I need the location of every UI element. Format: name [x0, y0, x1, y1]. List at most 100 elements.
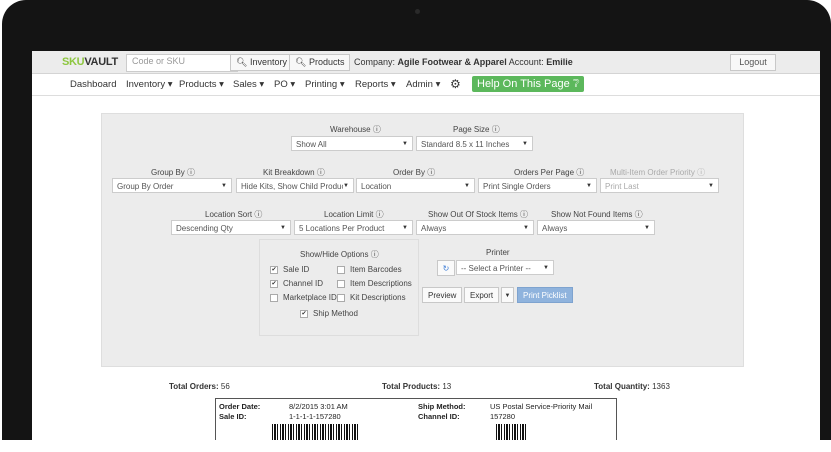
multi-item-priority-label: Multi-Item Order Priority ⓘ: [610, 168, 706, 177]
products-search-button[interactable]: 🔍︎ Products: [289, 54, 351, 71]
out-of-stock-label: Show Out Of Stock Items ⓘ: [428, 210, 529, 219]
nav-reports[interactable]: Reports ▾: [355, 79, 396, 90]
page-bottom: [0, 440, 831, 452]
multi-item-priority-select[interactable]: Print Last ▼: [600, 178, 719, 193]
order-date-label: Order Date:: [219, 402, 261, 411]
gear-icon[interactable]: ⚙: [450, 77, 461, 91]
search-input[interactable]: Code or SKU: [126, 54, 238, 72]
question-circle-icon: ⓘ: [697, 168, 706, 177]
laptop-bezel: SKUVAULT Code or SKU 🔍︎ Inventory 🔍︎ Pro…: [2, 0, 831, 445]
search-icon: 🔍︎: [236, 57, 248, 67]
location-limit-label: Location Limit ⓘ: [324, 210, 384, 219]
question-circle-icon: ⓘ: [254, 210, 263, 219]
nav-inventory[interactable]: Inventory ▾: [126, 79, 173, 90]
channel-id-barcode: [496, 424, 526, 440]
not-found-label: Show Not Found Items ⓘ: [551, 210, 643, 219]
kit-breakdown-select[interactable]: Hide Kits, Show Child Product ▼: [236, 178, 354, 193]
channel-id-label: Channel ID:: [418, 412, 460, 421]
out-of-stock-select[interactable]: Always ▼: [416, 220, 534, 235]
show-hide-options-label: Show/Hide Options ⓘ: [300, 250, 379, 259]
printer-select[interactable]: -- Select a Printer -- ▼: [456, 260, 554, 275]
refresh-icon[interactable]: ↻: [437, 260, 455, 276]
nav-bar: Dashboard Inventory ▾ Products ▾ Sales ▾…: [32, 74, 820, 96]
camera: [415, 9, 420, 14]
question-circle-icon: ⓘ: [520, 210, 529, 219]
picklist-options-panel: Warehouse ⓘ Show All ▼ Page Size ⓘ Standa…: [101, 113, 744, 367]
group-by-select[interactable]: Group By Order ▼: [112, 178, 232, 193]
question-circle-icon: ⓘ: [375, 210, 384, 219]
inventory-search-button[interactable]: 🔍︎ Inventory: [230, 54, 293, 71]
show-hide-options-box: Show/Hide Options ⓘ ✔ Sale ID Item Barcod…: [259, 239, 419, 336]
company-info: Company: Agile Footwear & Apparel Accoun…: [354, 57, 573, 67]
question-circle-icon: ❔︎: [572, 78, 580, 90]
sale-id-value: 1-1-1-1-157280: [289, 412, 341, 421]
ship-method-value: US Postal Service-Priority Mail: [490, 402, 593, 411]
nav-dashboard[interactable]: Dashboard: [70, 79, 116, 90]
screen: SKUVAULT Code or SKU 🔍︎ Inventory 🔍︎ Pro…: [32, 51, 820, 445]
chevron-down-icon: ▼: [522, 141, 528, 147]
export-dropdown-button[interactable]: ▼: [501, 287, 514, 303]
chevron-down-icon: ▼: [402, 225, 408, 231]
question-circle-icon: ⓘ: [187, 168, 196, 177]
chevron-down-icon: ▼: [280, 225, 286, 231]
chevron-down-icon: ▼: [504, 293, 511, 299]
chevron-down-icon: ▼: [586, 183, 592, 189]
page-size-label: Page Size ⓘ: [453, 125, 500, 134]
search-icon: 🔍︎: [295, 57, 307, 67]
chevron-down-icon: ▼: [708, 183, 714, 189]
channel-id-value: 157280: [490, 412, 516, 421]
kit-breakdown-label: Kit Breakdown ⓘ: [263, 168, 325, 177]
sale-id-barcode: [272, 424, 360, 440]
question-circle-icon: ⓘ: [370, 250, 379, 259]
logout-button[interactable]: Logout: [730, 54, 776, 71]
order-date-value: 8/2/2015 3:01 AM: [289, 402, 348, 411]
nav-printing[interactable]: Printing ▾: [305, 79, 345, 90]
question-circle-icon: ⓘ: [491, 125, 500, 134]
print-picklist-button[interactable]: Print Picklist: [517, 287, 573, 303]
page-size-select[interactable]: Standard 8.5 x 11 Inches ▼: [416, 136, 533, 151]
question-circle-icon: ⓘ: [316, 168, 325, 177]
total-orders: Total Orders: 56: [169, 382, 230, 391]
chevron-down-icon: ▼: [523, 225, 529, 231]
question-circle-icon: ⓘ: [427, 168, 436, 177]
question-circle-icon: ⓘ: [634, 210, 643, 219]
nav-admin[interactable]: Admin ▾: [406, 79, 440, 90]
location-limit-select[interactable]: 5 Locations Per Product ▼: [294, 220, 413, 235]
nav-products[interactable]: Products ▾: [179, 79, 224, 90]
ship-method-label: Ship Method:: [418, 402, 466, 411]
chevron-down-icon: ▼: [343, 179, 349, 192]
checkbox-item-descriptions[interactable]: Item Descriptions: [337, 279, 412, 288]
chevron-down-icon: ▼: [221, 183, 227, 189]
printer-label: Printer: [486, 248, 510, 257]
checkbox-marketplace-id[interactable]: Marketplace ID: [270, 293, 337, 302]
sale-id-label: Sale ID:: [219, 412, 247, 421]
order-by-select[interactable]: Location ▼: [356, 178, 475, 193]
nav-sales[interactable]: Sales ▾: [233, 79, 264, 90]
help-button[interactable]: Help On This Page ❔︎: [472, 76, 585, 92]
checkbox-ship-method[interactable]: ✔ Ship Method: [300, 309, 358, 318]
checkbox-kit-descriptions[interactable]: Kit Descriptions: [337, 293, 406, 302]
location-sort-select[interactable]: Descending Qty ▼: [171, 220, 291, 235]
group-by-label: Group By ⓘ: [151, 168, 196, 177]
orders-per-page-label: Orders Per Page ⓘ: [514, 168, 585, 177]
chevron-down-icon: ▼: [464, 183, 470, 189]
top-bar: SKUVAULT Code or SKU 🔍︎ Inventory 🔍︎ Pro…: [32, 51, 820, 74]
checkbox-item-barcodes[interactable]: Item Barcodes: [337, 265, 402, 274]
export-button[interactable]: Export: [464, 287, 500, 303]
nav-po[interactable]: PO ▾: [274, 79, 295, 90]
main-content: Warehouse ⓘ Show All ▼ Page Size ⓘ Standa…: [32, 96, 820, 445]
warehouse-label: Warehouse ⓘ: [330, 125, 381, 134]
checkbox-sale-id[interactable]: ✔ Sale ID: [270, 265, 309, 274]
preview-button[interactable]: Preview: [422, 287, 463, 303]
orders-per-page-select[interactable]: Print Single Orders ▼: [478, 178, 597, 193]
warehouse-select[interactable]: Show All ▼: [291, 136, 413, 151]
chevron-down-icon: ▼: [402, 141, 408, 147]
not-found-select[interactable]: Always ▼: [537, 220, 655, 235]
total-quantity: Total Quantity: 1363: [594, 382, 670, 391]
chevron-down-icon: ▼: [644, 225, 650, 231]
checkbox-channel-id[interactable]: ✔ Channel ID: [270, 279, 323, 288]
logo: SKUVAULT: [62, 56, 118, 68]
chevron-down-icon: ▼: [543, 265, 549, 271]
question-circle-icon: ⓘ: [372, 125, 381, 134]
order-by-label: Order By ⓘ: [393, 168, 436, 177]
